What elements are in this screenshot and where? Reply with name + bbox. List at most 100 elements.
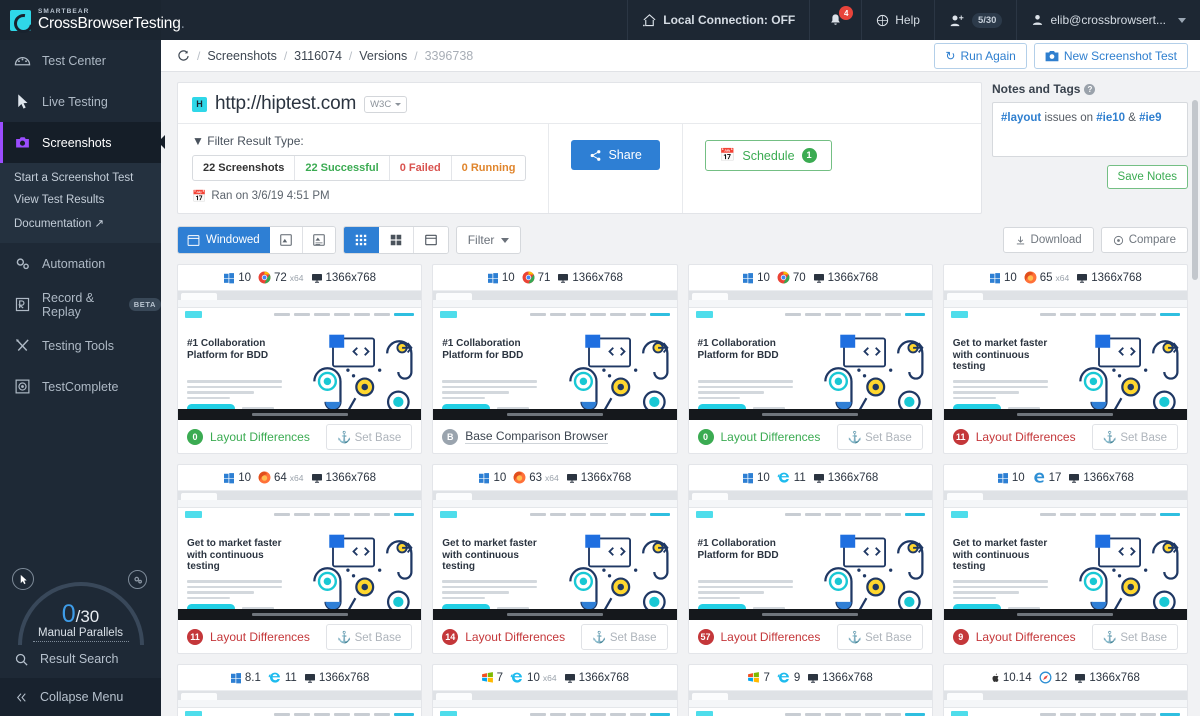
- fullpage-view-button[interactable]: [303, 227, 335, 253]
- sidebar-item-testcomplete[interactable]: TestComplete: [0, 366, 161, 407]
- screenshot-thumbnail[interactable]: #1 Collaboration Platform for BDD: [689, 290, 932, 420]
- help-button[interactable]: Help: [861, 0, 934, 40]
- save-notes-button[interactable]: Save Notes: [1107, 165, 1188, 189]
- set-base-button[interactable]: ⚓ Set Base: [837, 624, 923, 650]
- diff-summary[interactable]: 57Layout Differences: [698, 629, 821, 645]
- gears-circle-icon[interactable]: [128, 570, 147, 589]
- screenshot-card[interactable]: 791366x768: [688, 664, 933, 716]
- question-icon[interactable]: ?: [1084, 84, 1095, 95]
- screenshot-thumbnail[interactable]: Get to market faster with continuous tes…: [178, 490, 421, 620]
- breadcrumb-item-screenshots[interactable]: Screenshots: [207, 49, 276, 63]
- sidebar-item-automation[interactable]: Automation: [0, 243, 161, 284]
- single-view-button[interactable]: [414, 227, 448, 253]
- hero-paragraph: [953, 380, 1048, 402]
- filter-successful[interactable]: 22 Successful: [295, 156, 389, 180]
- diff-summary[interactable]: 0Layout Differences: [187, 429, 310, 445]
- hero-paragraph: [953, 580, 1048, 602]
- home-icon: [642, 13, 657, 28]
- diff-summary[interactable]: 14Layout Differences: [442, 629, 565, 645]
- browser-version: 63: [529, 472, 542, 484]
- browser-tabstrip: [433, 691, 676, 700]
- sidebar-item-record-replay[interactable]: Record & Replay BETA: [0, 284, 161, 325]
- diff-summary[interactable]: 11Layout Differences: [953, 429, 1076, 445]
- compare-button[interactable]: Compare: [1101, 227, 1188, 253]
- screenshot-thumbnail[interactable]: [178, 690, 421, 716]
- grid-dense-button[interactable]: [344, 227, 379, 253]
- download-button[interactable]: Download: [1003, 227, 1094, 253]
- breadcrumb-item-test-id[interactable]: 3116074: [294, 49, 342, 63]
- sidebar-subitem-documentation[interactable]: Documentation ↗: [0, 211, 161, 235]
- notifications-button[interactable]: 4: [809, 0, 861, 40]
- set-base-button[interactable]: ⚓ Set Base: [1092, 624, 1178, 650]
- sidebar-subitem-view-results[interactable]: View Test Results: [0, 189, 161, 211]
- w3c-dropdown[interactable]: W3C: [364, 96, 407, 113]
- set-base-button[interactable]: ⚓ Set Base: [1092, 424, 1178, 450]
- diff-summary[interactable]: 9Layout Differences: [953, 629, 1076, 645]
- parallels-button[interactable]: 5/30: [934, 0, 1017, 40]
- sidebar: Test Center Live Testing Screenshots Sta…: [0, 40, 161, 716]
- screenshot-card[interactable]: 10701366x768#1 Collaboration Platform fo…: [688, 264, 933, 454]
- screenshot-thumbnail[interactable]: #1 Collaboration Platform for BDD: [433, 290, 676, 420]
- os-chip: 10: [742, 272, 770, 284]
- screenshot-card[interactable]: 10111366x768#1 Collaboration Platform fo…: [688, 464, 933, 654]
- diff-summary[interactable]: 0Layout Differences: [698, 429, 821, 445]
- screenshot-thumbnail[interactable]: Get to market faster with continuous tes…: [944, 290, 1187, 420]
- diff-summary[interactable]: 11Layout Differences: [187, 629, 310, 645]
- filter-all-screenshots[interactable]: 22 Screenshots: [193, 156, 295, 180]
- sidebar-item-test-center[interactable]: Test Center: [0, 40, 161, 81]
- account-menu[interactable]: elib@crossbrowsert...: [1016, 0, 1200, 40]
- screenshot-card[interactable]: 710x641366x768: [432, 664, 677, 716]
- set-base-button[interactable]: ⚓ Set Base: [837, 424, 923, 450]
- cursor-circle-icon[interactable]: [12, 568, 34, 590]
- set-base-button[interactable]: ⚓ Set Base: [581, 624, 667, 650]
- screenshot-card[interactable]: 8.1111366x768: [177, 664, 422, 716]
- cursor-icon: [14, 93, 31, 110]
- screenshot-thumbnail[interactable]: #1 Collaboration Platform for BDD: [178, 290, 421, 420]
- site-cta: [394, 313, 414, 316]
- screenshot-thumbnail[interactable]: #1 Collaboration Platform for BDD: [689, 490, 932, 620]
- sidebar-subitem-start-test[interactable]: Start a Screenshot Test: [0, 167, 161, 189]
- vertical-scrollbar[interactable]: [1190, 72, 1200, 716]
- screenshot-card[interactable]: 1065x641366x768Get to market faster with…: [943, 264, 1188, 454]
- filter-failed[interactable]: 0 Failed: [390, 156, 452, 180]
- result-search-button[interactable]: Result Search: [0, 640, 161, 678]
- screenshot-thumbnail[interactable]: Get to market faster with continuous tes…: [944, 490, 1187, 620]
- browser-tabstrip: [944, 691, 1187, 700]
- resolution-chip: 1366x768: [311, 472, 377, 484]
- screenshot-card[interactable]: 10.14121366x768: [943, 664, 1188, 716]
- local-connection-status[interactable]: Local Connection: OFF: [627, 0, 809, 40]
- grid-large-button[interactable]: [379, 227, 414, 253]
- schedule-button[interactable]: 📅 Schedule 1: [705, 140, 832, 171]
- screenshot-card[interactable]: 1072x641366x768#1 Collaboration Platform…: [177, 264, 422, 454]
- os-chip: 10: [478, 472, 506, 484]
- filter-running[interactable]: 0 Running: [452, 156, 526, 180]
- screenshot-card[interactable]: 1064x641366x768Get to market faster with…: [177, 464, 422, 654]
- screenshot-thumbnail[interactable]: [944, 690, 1187, 716]
- filter-dropdown[interactable]: Filter: [456, 226, 522, 254]
- set-base-button[interactable]: ⚓ Set Base: [326, 424, 412, 450]
- screenshot-thumbnail[interactable]: [689, 690, 932, 716]
- refresh-icon[interactable]: [177, 49, 190, 62]
- breadcrumb-item-versions[interactable]: Versions: [359, 49, 407, 63]
- share-button[interactable]: Share: [571, 140, 659, 170]
- card-footer: 11Layout Differences ⚓ Set Base: [178, 620, 421, 653]
- new-screenshot-test-button[interactable]: New Screenshot Test: [1034, 43, 1188, 69]
- brand-logo-area[interactable]: SMARTBEAR CrossBrowserTesting.: [0, 0, 161, 40]
- breadcrumb-bar: / Screenshots / 3116074 / Versions / 339…: [161, 40, 1200, 72]
- screenshot-card[interactable]: 1063x641366x768Get to market faster with…: [432, 464, 677, 654]
- collapse-menu-button[interactable]: Collapse Menu: [0, 678, 161, 716]
- sidebar-item-testing-tools[interactable]: Testing Tools: [0, 325, 161, 366]
- viewport-view-button[interactable]: [270, 227, 303, 253]
- screenshot-card[interactable]: 10711366x768#1 Collaboration Platform fo…: [432, 264, 677, 454]
- sidebar-item-live-testing[interactable]: Live Testing: [0, 81, 161, 122]
- diff-summary[interactable]: BBase Comparison Browser: [442, 429, 608, 445]
- run-again-button[interactable]: ↻ Run Again: [934, 43, 1026, 69]
- set-base-button[interactable]: ⚓ Set Base: [326, 624, 412, 650]
- windowed-view-button[interactable]: Windowed: [178, 227, 270, 253]
- notes-input[interactable]: #layout issues on #ie10 & #ie9: [992, 102, 1188, 157]
- screenshot-card[interactable]: 10171366x768Get to market faster with co…: [943, 464, 1188, 654]
- screenshot-thumbnail[interactable]: Get to market faster with continuous tes…: [433, 490, 676, 620]
- scrollbar-thumb[interactable]: [1192, 100, 1198, 280]
- screenshot-thumbnail[interactable]: [433, 690, 676, 716]
- sidebar-item-screenshots[interactable]: Screenshots: [0, 122, 161, 163]
